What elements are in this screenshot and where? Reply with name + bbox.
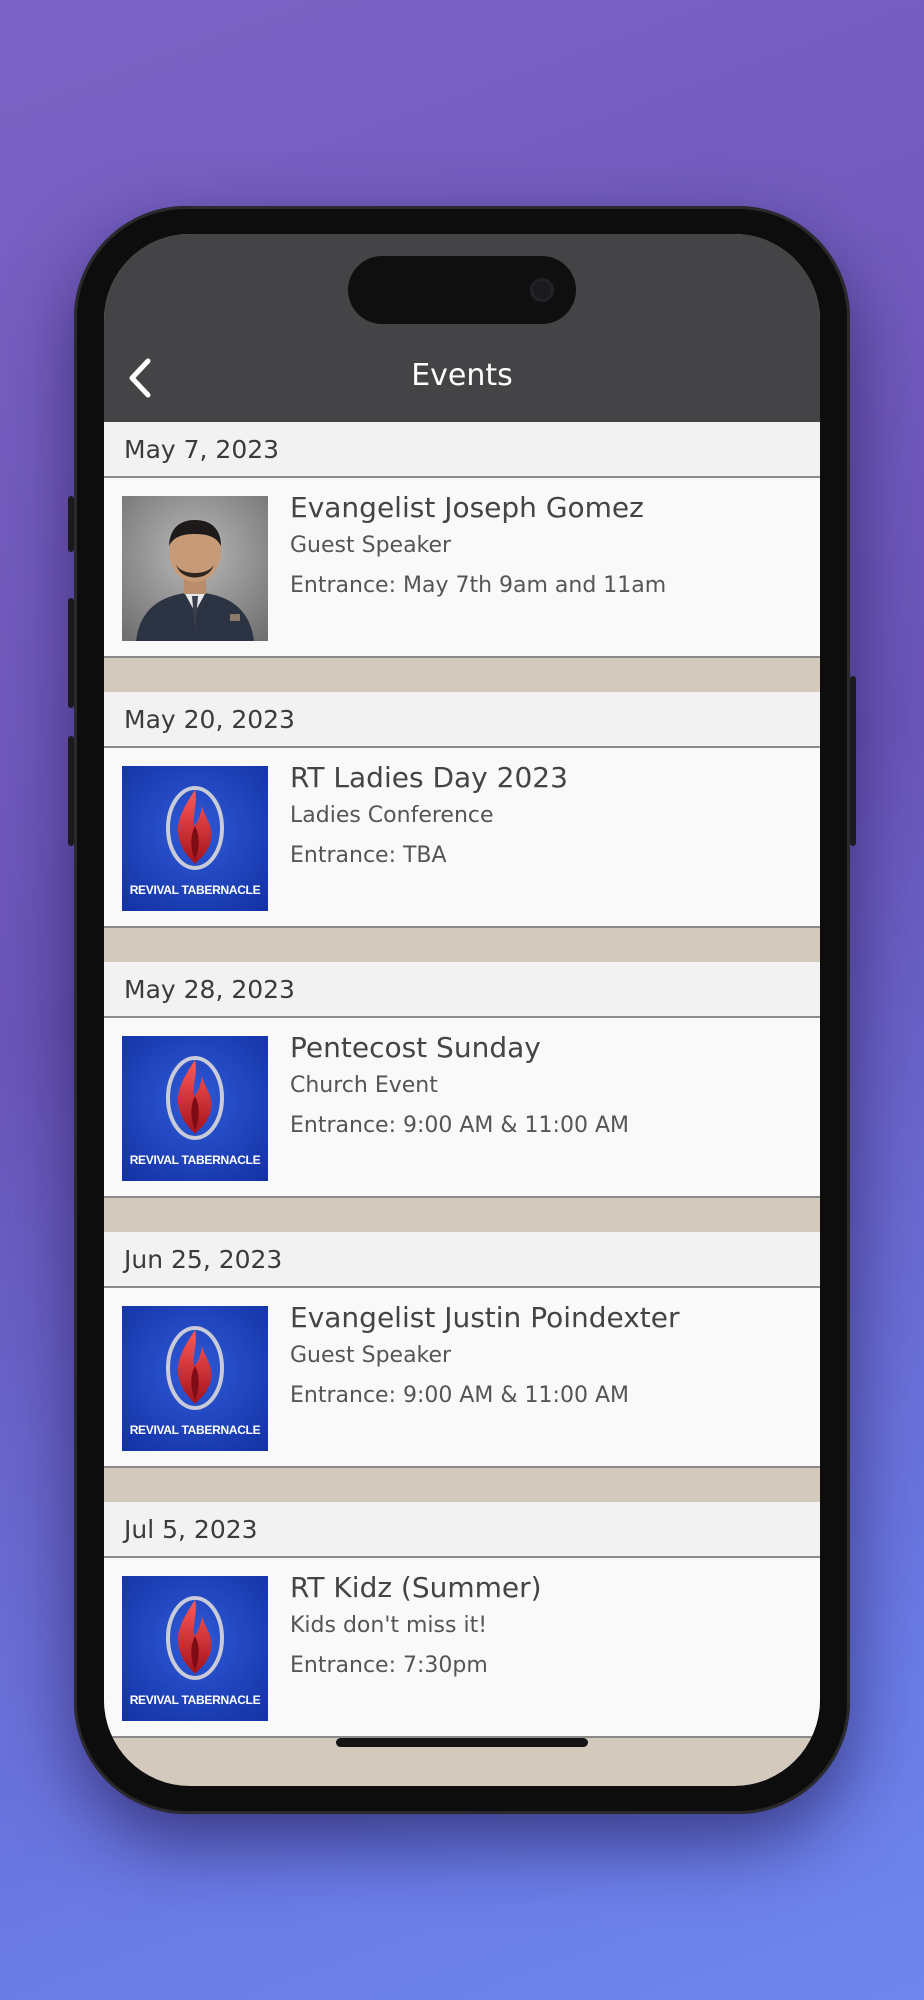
event-entrance: Entrance: TBA — [290, 843, 447, 868]
volume-down-button — [68, 736, 74, 846]
event-thumbnail: REVIVAL TABERNACLE — [122, 1306, 268, 1451]
logo-wordmark: REVIVAL TABERNACLE — [129, 1153, 261, 1167]
event-separator — [104, 1468, 820, 1502]
event-separator — [104, 658, 820, 692]
event-thumbnail: REVIVAL TABERNACLE — [122, 1036, 268, 1181]
event-entrance: Entrance: May 7th 9am and 11am — [290, 573, 667, 598]
event-card[interactable]: REVIVAL TABERNACLE Evangelist Justin Poin… — [104, 1288, 820, 1468]
event-subtitle: Kids don't miss it! — [290, 1613, 488, 1638]
event-date-header: May 7, 2023 — [104, 422, 820, 478]
event-thumbnail: REVIVAL TABERNACLE — [122, 1576, 268, 1721]
navigation-bar: Events — [104, 234, 820, 422]
speaker-photo-icon — [122, 496, 268, 641]
power-button — [850, 676, 856, 846]
dynamic-island — [348, 256, 576, 324]
event-subtitle: Ladies Conference — [290, 803, 494, 828]
event-entrance: Entrance: 7:30pm — [290, 1653, 488, 1678]
event-card[interactable]: REVIVAL TABERNACLE Pentecost Sunday Church… — [104, 1018, 820, 1198]
events-list[interactable]: May 7, 2023 Evangelist Joseph Gomez Guest… — [104, 422, 820, 1772]
event-entrance: Entrance: 9:00 AM & 11:00 AM — [290, 1113, 629, 1138]
page-title: Events — [411, 358, 513, 393]
logo-wordmark: REVIVAL TABERNACLE — [129, 1693, 261, 1707]
event-thumbnail — [122, 496, 268, 641]
event-date-header: Jun 25, 2023 — [104, 1232, 820, 1288]
event-entrance: Entrance: 9:00 AM & 11:00 AM — [290, 1383, 629, 1408]
event-title: Evangelist Joseph Gomez — [290, 491, 644, 524]
event-date-header: May 28, 2023 — [104, 962, 820, 1018]
event-separator — [104, 1198, 820, 1232]
silent-switch — [68, 496, 74, 552]
event-title: RT Ladies Day 2023 — [290, 761, 568, 794]
event-card[interactable]: REVIVAL TABERNACLE RT Kidz (Summer) Kids d… — [104, 1558, 820, 1738]
event-subtitle: Guest Speaker — [290, 533, 452, 558]
logo-wordmark: REVIVAL TABERNACLE — [129, 883, 261, 897]
event-title: Pentecost Sunday — [290, 1031, 541, 1064]
home-indicator[interactable] — [336, 1738, 588, 1747]
event-subtitle: Church Event — [290, 1073, 438, 1098]
event-subtitle: Guest Speaker — [290, 1343, 452, 1368]
event-date-header: Jul 5, 2023 — [104, 1502, 820, 1558]
camera-icon — [530, 278, 554, 302]
event-date-header: May 20, 2023 — [104, 692, 820, 748]
phone-frame: Events May 7, 2023 Evangelist Joseph Gom… — [68, 206, 856, 1814]
volume-up-button — [68, 598, 74, 708]
event-card[interactable]: REVIVAL TABERNACLE RT Ladies Day 2023 Ladi… — [104, 748, 820, 928]
event-card[interactable]: Evangelist Joseph Gomez Guest Speaker Entr… — [104, 478, 820, 658]
event-title: RT Kidz (Summer) — [290, 1571, 542, 1604]
event-separator — [104, 928, 820, 962]
logo-wordmark: REVIVAL TABERNACLE — [129, 1423, 261, 1437]
app-screen: Events May 7, 2023 Evangelist Joseph Gom… — [104, 234, 820, 1786]
event-thumbnail: REVIVAL TABERNACLE — [122, 766, 268, 911]
event-title: Evangelist Justin Poindexter — [290, 1301, 680, 1334]
